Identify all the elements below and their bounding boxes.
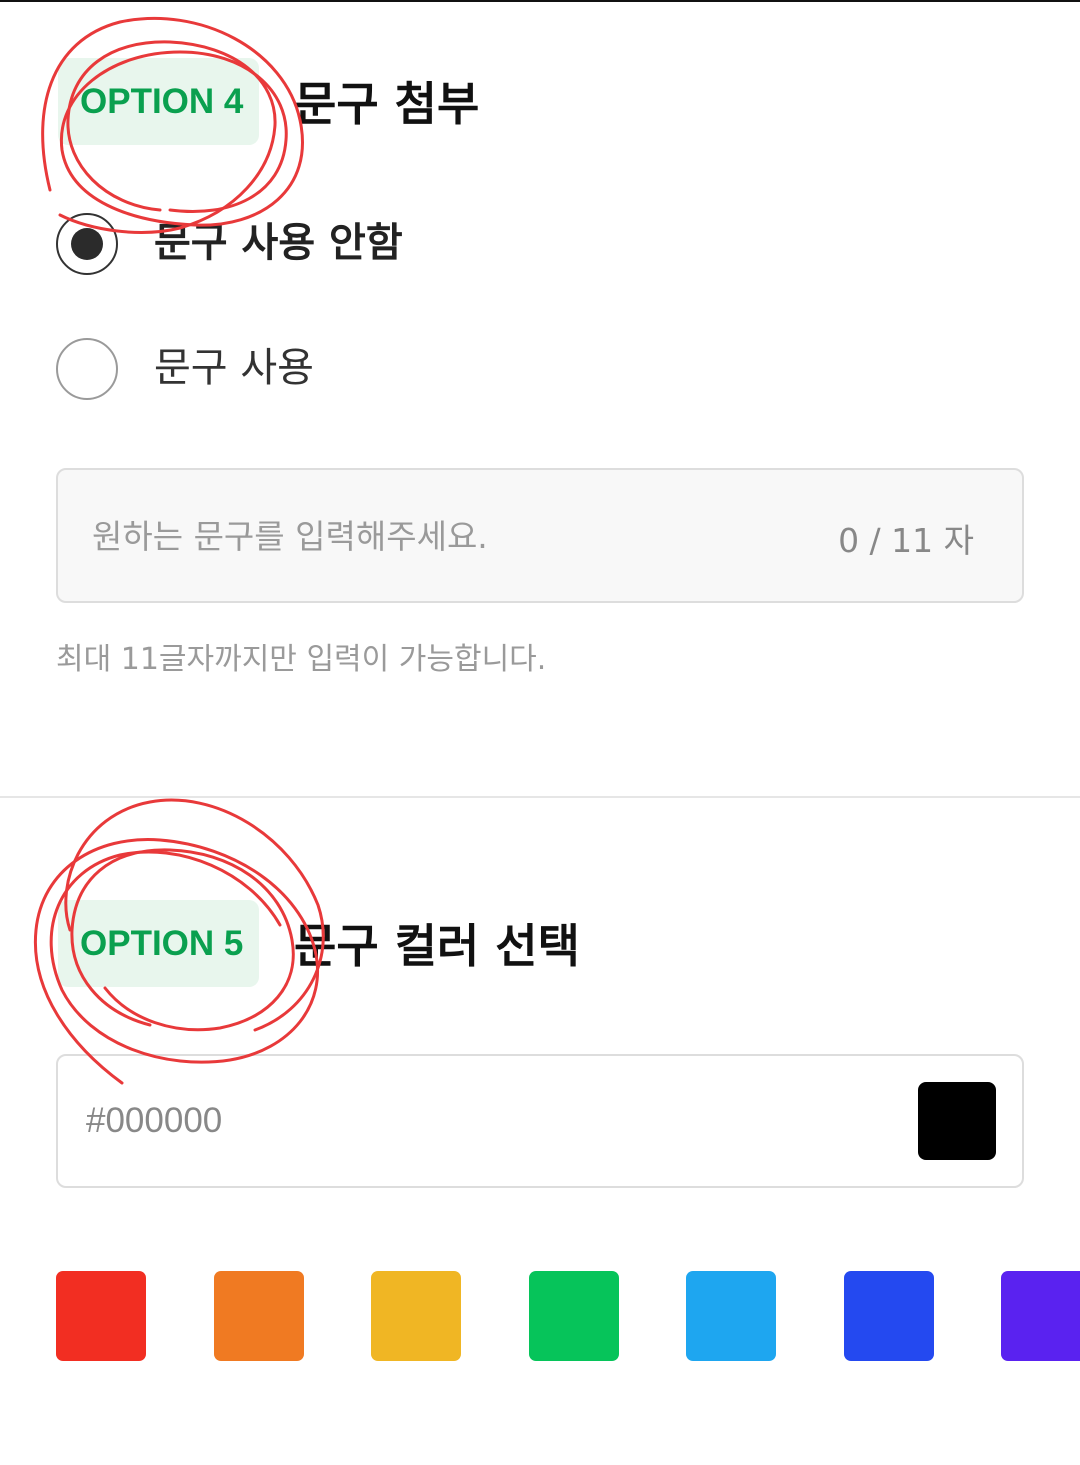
color-swatch-sky-blue[interactable]: [686, 1271, 776, 1361]
option-5-badge: OPTION 5: [58, 900, 259, 987]
option-4-title: 문구 첨부: [294, 77, 480, 131]
option-5-title: 문구 컬러 선택: [294, 919, 580, 973]
radio-use-text-label: 문구 사용: [154, 345, 314, 391]
radio-button-checked[interactable]: [56, 213, 118, 275]
radio-no-text-label: 문구 사용 안함: [154, 220, 403, 266]
radio-selected-dot: [71, 228, 103, 260]
color-swatch-purple[interactable]: [1001, 1271, 1080, 1361]
section-divider: [0, 796, 1080, 798]
character-counter: 0 / 11 자: [838, 521, 974, 560]
radio-no-text[interactable]: 문구 사용 안함: [56, 213, 656, 275]
color-preview-swatch[interactable]: [918, 1082, 996, 1160]
radio-button-unchecked[interactable]: [56, 338, 118, 400]
text-input-box: 0 / 11 자: [56, 468, 1024, 603]
color-swatch-yellow[interactable]: [371, 1271, 461, 1361]
color-input-box: [56, 1054, 1024, 1188]
option-4-badge: OPTION 4: [58, 58, 259, 145]
custom-text-input[interactable]: [92, 504, 792, 568]
radio-use-text[interactable]: 문구 사용: [56, 338, 656, 400]
color-swatch-blue[interactable]: [844, 1271, 934, 1361]
top-edge-line: [0, 0, 1080, 2]
color-swatch-red[interactable]: [56, 1271, 146, 1361]
hex-color-input[interactable]: [86, 1090, 686, 1152]
color-swatch-green[interactable]: [529, 1271, 619, 1361]
input-helper-text: 최대 11글자까지만 입력이 가능합니다.: [56, 642, 547, 677]
color-swatch-orange[interactable]: [214, 1271, 304, 1361]
